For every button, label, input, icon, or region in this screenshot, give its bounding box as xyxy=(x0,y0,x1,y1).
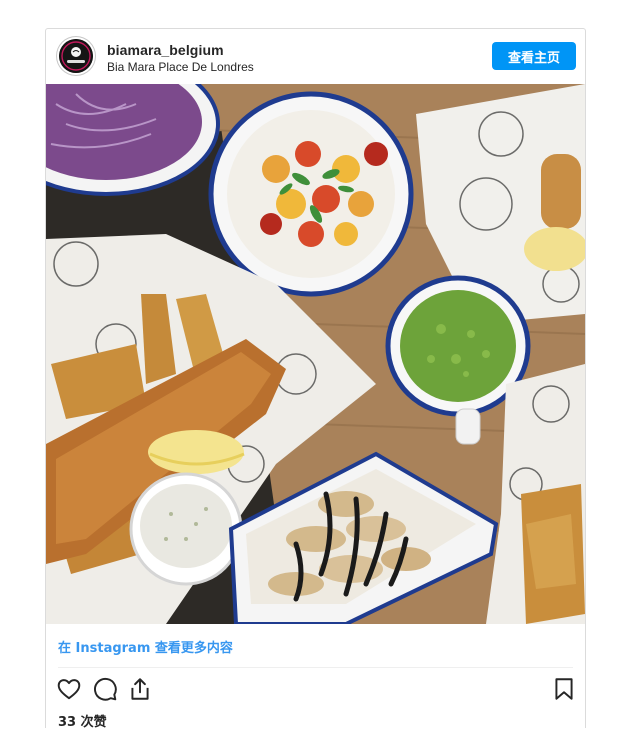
post-photo[interactable] xyxy=(46,84,585,624)
location[interactable]: Bia Mara Place De Londres xyxy=(107,60,254,74)
bia-mara-logo xyxy=(59,39,93,73)
share-icon[interactable] xyxy=(127,676,153,702)
comment-icon[interactable] xyxy=(92,676,118,702)
instagram-post-card: biamara_belgium Bia Mara Place De Londre… xyxy=(45,28,586,730)
username[interactable]: biamara_belgium xyxy=(107,42,224,58)
heart-icon[interactable] xyxy=(56,676,82,702)
avatar[interactable] xyxy=(59,39,93,73)
food-photo xyxy=(46,84,585,624)
view-profile-button[interactable]: 查看主页 xyxy=(492,42,576,70)
divider xyxy=(58,667,573,668)
like-count[interactable]: 33 次赞 xyxy=(58,711,107,730)
bookmark-icon[interactable] xyxy=(551,676,577,702)
view-more-on-instagram-link[interactable]: 在 Instagram 查看更多内容 xyxy=(58,637,233,656)
post-actions-bar xyxy=(46,674,585,704)
post-header: biamara_belgium Bia Mara Place De Londre… xyxy=(46,29,585,84)
